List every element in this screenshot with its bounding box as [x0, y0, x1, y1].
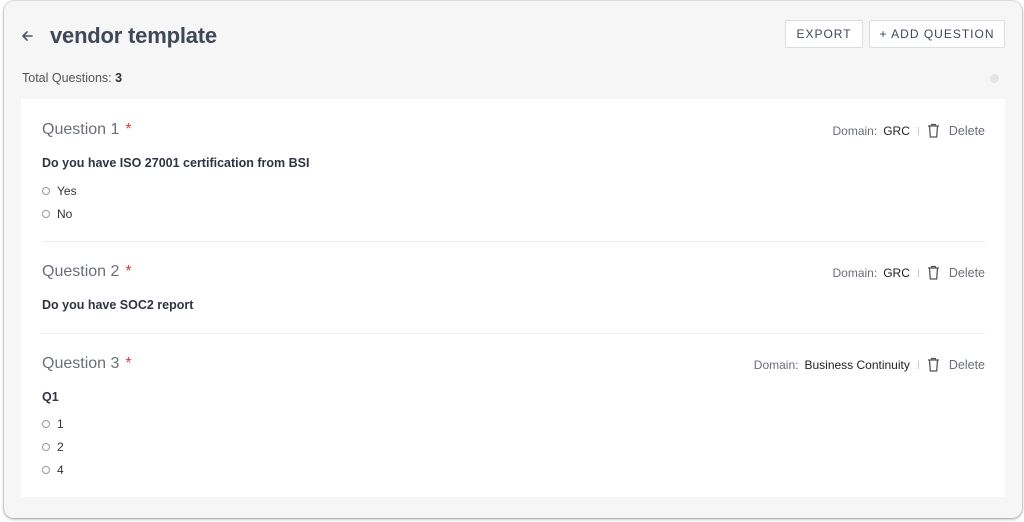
- answer-option[interactable]: Yes: [42, 184, 77, 198]
- meta-separator: [917, 126, 919, 135]
- radio-button[interactable]: [42, 443, 50, 451]
- question-block: Question 1 * Domain: GRC Delete Do you ha…: [42, 121, 985, 221]
- question-title: Question 1 *: [42, 121, 132, 139]
- answer-option[interactable]: 2: [42, 440, 64, 454]
- required-marker: *: [125, 263, 132, 280]
- question-text: Do you have SOC2 report: [42, 298, 194, 312]
- question-block: Question 3 * Domain: Business Continuity …: [42, 355, 985, 477]
- total-questions-count: 3: [115, 71, 123, 85]
- question-block: Question 2 * Domain: GRC Delete Do you ha…: [42, 263, 985, 312]
- total-questions: Total Questions: 3: [22, 71, 122, 85]
- question-header: Question 2 * Domain: GRC Delete: [42, 263, 985, 285]
- domain-value: GRC: [883, 265, 910, 280]
- domain-label: Domain:: [753, 357, 799, 372]
- question-divider: [42, 333, 985, 334]
- trash-icon[interactable]: [927, 123, 940, 138]
- question-meta: Domain: GRC Delete: [832, 265, 985, 280]
- option-label: No: [57, 207, 73, 221]
- add-question-button[interactable]: + ADD QUESTION: [869, 20, 1005, 48]
- required-marker: *: [125, 121, 132, 138]
- arrow-left-icon[interactable]: [19, 28, 35, 44]
- question-title-text: Question 1: [42, 121, 120, 138]
- question-header: Question 3 * Domain: Business Continuity …: [42, 355, 985, 377]
- option-label: 1: [57, 417, 64, 431]
- app-window: vendor template EXPORT + ADD QUESTION To…: [4, 1, 1022, 518]
- trash-icon[interactable]: [927, 265, 940, 280]
- question-divider: [42, 241, 985, 242]
- meta-separator: [917, 268, 919, 277]
- radio-button[interactable]: [42, 466, 50, 474]
- delete-button[interactable]: Delete: [949, 358, 985, 372]
- option-label: 2: [57, 440, 64, 454]
- question-title: Question 3 *: [42, 355, 132, 373]
- answer-option[interactable]: 1: [42, 417, 64, 431]
- answer-option[interactable]: No: [42, 207, 72, 221]
- domain-label: Domain:: [832, 265, 878, 280]
- option-label: Yes: [57, 184, 77, 198]
- status-indicator: [990, 74, 999, 83]
- domain-value: GRC: [883, 123, 910, 138]
- page-title: vendor template: [50, 23, 217, 48]
- question-text: Do you have ISO 27001 certification from…: [42, 156, 310, 170]
- option-label: 4: [57, 463, 64, 477]
- question-title: Question 2 *: [42, 263, 132, 281]
- question-title-text: Question 2: [42, 263, 120, 280]
- question-title-text: Question 3: [42, 355, 120, 372]
- radio-button[interactable]: [42, 187, 50, 195]
- page-header: vendor template EXPORT + ADD QUESTION: [4, 1, 1022, 71]
- radio-button[interactable]: [42, 420, 50, 428]
- delete-button[interactable]: Delete: [949, 266, 985, 280]
- delete-button[interactable]: Delete: [949, 124, 985, 138]
- required-marker: *: [125, 355, 132, 372]
- question-header: Question 1 * Domain: GRC Delete: [42, 121, 985, 143]
- question-meta: Domain: GRC Delete: [832, 123, 985, 138]
- total-questions-label: Total Questions:: [22, 71, 112, 85]
- question-text: Q1: [42, 390, 59, 404]
- questions-card: Question 1 * Domain: GRC Delete Do you ha…: [21, 99, 1005, 497]
- question-meta: Domain: Business Continuity Delete: [754, 357, 985, 372]
- trash-icon[interactable]: [927, 357, 940, 372]
- domain-label: Domain:: [832, 123, 878, 138]
- radio-button[interactable]: [42, 210, 50, 218]
- export-button[interactable]: EXPORT: [785, 20, 863, 48]
- meta-separator: [917, 360, 919, 369]
- domain-value: Business Continuity: [804, 357, 910, 372]
- answer-option[interactable]: 4: [42, 463, 64, 477]
